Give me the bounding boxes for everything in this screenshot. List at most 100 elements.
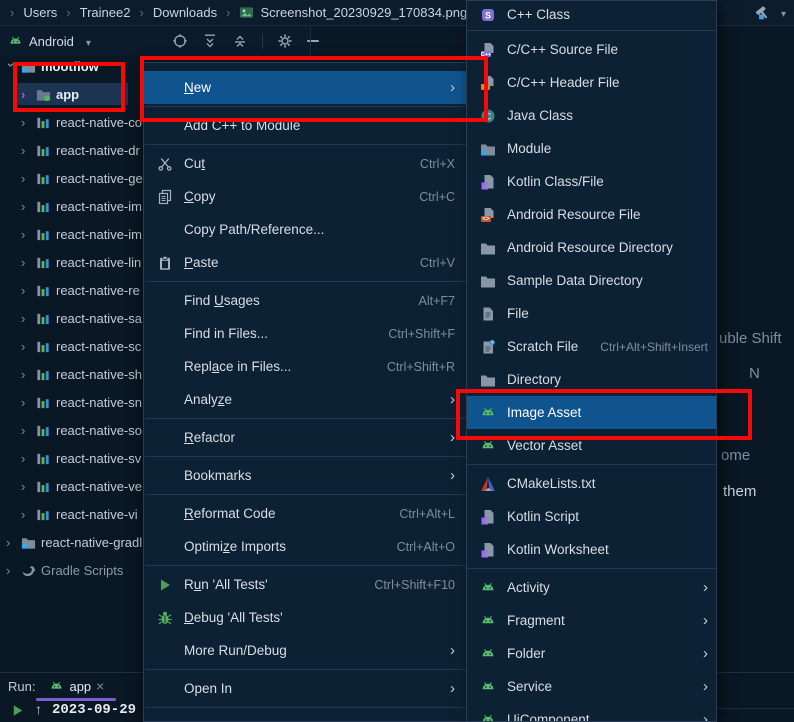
submenu-item-fragment[interactable]: Fragment xyxy=(467,604,716,637)
tree-item-react-native-module[interactable]: react-native-sv xyxy=(0,444,143,472)
chevron-collapsed-icon[interactable] xyxy=(21,171,31,186)
collapse-all-icon[interactable] xyxy=(232,33,248,49)
chevron-collapsed-icon[interactable] xyxy=(21,143,31,158)
submenu-item-cpp-class[interactable]: C++ Class xyxy=(467,1,716,28)
tree-item-react-native-module[interactable]: react-native-sn xyxy=(0,388,143,416)
build-dropdown-caret-icon[interactable] xyxy=(781,5,786,20)
hide-panel-icon[interactable] xyxy=(307,40,319,42)
chevron-collapsed-icon[interactable] xyxy=(6,535,16,550)
menu-item-paste[interactable]: Paste Ctrl+V xyxy=(144,246,469,279)
menu-item-find-usages[interactable]: Find Usages Alt+F7 xyxy=(144,284,469,317)
tree-item-react-native-module[interactable]: react-native-sh xyxy=(0,360,143,388)
chevron-collapsed-icon[interactable] xyxy=(21,367,31,382)
chevron-expanded-icon[interactable] xyxy=(4,62,19,72)
submenu-item-file[interactable]: File xyxy=(467,297,716,330)
submenu-item-android-resource-directory[interactable]: Android Resource Directory xyxy=(467,231,716,264)
tree-item-react-native-module[interactable]: react-native-sa xyxy=(0,304,143,332)
submenu-arrow-icon xyxy=(703,645,708,662)
tree-item-react-native-module[interactable]: react-native-vi xyxy=(0,500,143,528)
menu-item-debug-all-tests[interactable]: Debug 'All Tests' xyxy=(144,601,469,634)
submenu-arrow-icon xyxy=(450,391,455,408)
submenu-item-folder[interactable]: Folder xyxy=(467,637,716,670)
submenu-item-android-resource-file[interactable]: Android Resource File xyxy=(467,198,716,231)
menu-item-analyze[interactable]: Analyze xyxy=(144,383,469,416)
submenu-item-cmakelists[interactable]: CMakeLists.txt xyxy=(467,467,716,500)
menu-item-bookmarks[interactable]: Bookmarks xyxy=(144,459,469,492)
menu-item-new[interactable]: New xyxy=(144,71,469,104)
chevron-collapsed-icon[interactable] xyxy=(21,451,31,466)
chevron-collapsed-icon[interactable] xyxy=(21,395,31,410)
close-tab-icon[interactable] xyxy=(96,678,104,694)
chevron-collapsed-icon[interactable] xyxy=(21,255,31,270)
submenu-item-scratch-file[interactable]: Scratch File Ctrl+Alt+Shift+Insert xyxy=(467,330,716,363)
locate-file-icon[interactable] xyxy=(172,33,188,49)
tree-item-react-native-module[interactable]: react-native-ge xyxy=(0,164,143,192)
scroll-up-icon[interactable] xyxy=(35,701,42,719)
rerun-play-icon[interactable] xyxy=(10,703,25,718)
submenu-item-module[interactable]: Module xyxy=(467,132,716,165)
breadcrumb-users[interactable]: Users xyxy=(23,5,57,20)
chevron-collapsed-icon[interactable] xyxy=(21,199,31,214)
chevron-collapsed-icon[interactable] xyxy=(6,563,16,578)
submenu-arrow-icon xyxy=(450,718,455,722)
menu-item-copy-path[interactable]: Copy Path/Reference... xyxy=(144,213,469,246)
chevron-collapsed-icon[interactable] xyxy=(21,115,31,130)
tree-item-mootflow[interactable]: mootflow xyxy=(0,52,143,80)
chevron-collapsed-icon[interactable] xyxy=(21,423,31,438)
submenu-item-kotlin-worksheet[interactable]: Kotlin Worksheet xyxy=(467,533,716,566)
submenu-item-cpp-header[interactable]: C/C++ Header File xyxy=(467,66,716,99)
project-view-selector[interactable]: Android xyxy=(29,34,74,49)
tree-item-react-native-module[interactable]: react-native-lin xyxy=(0,248,143,276)
menu-item-cut[interactable]: Cut Ctrl+X xyxy=(144,147,469,180)
submenu-item-directory[interactable]: Directory xyxy=(467,363,716,396)
submenu-item-sample-data-directory[interactable]: Sample Data Directory xyxy=(467,264,716,297)
chevron-collapsed-icon[interactable] xyxy=(21,227,31,242)
submenu-item-vector-asset[interactable]: Vector Asset xyxy=(467,429,716,462)
menu-item-refactor[interactable]: Refactor xyxy=(144,421,469,454)
tree-item-react-native-module[interactable]: react-native-im xyxy=(0,192,143,220)
tree-item-app[interactable]: app xyxy=(0,80,143,108)
new-submenu: C++ Class C/C++ Source File C/C++ Header… xyxy=(466,0,717,722)
menu-item-reformat-code[interactable]: Reformat Code Ctrl+Alt+L xyxy=(144,497,469,530)
menu-item-more-run-debug[interactable]: More Run/Debug xyxy=(144,634,469,667)
submenu-item-activity[interactable]: Activity xyxy=(467,571,716,604)
menu-item-local-history[interactable]: Local History xyxy=(144,710,469,722)
tree-item-react-native-module[interactable]: react-native-so xyxy=(0,416,143,444)
submenu-item-kotlin-class[interactable]: Kotlin Class/File xyxy=(467,165,716,198)
settings-gear-icon[interactable] xyxy=(277,33,293,49)
submenu-item-kotlin-script[interactable]: Kotlin Script xyxy=(467,500,716,533)
tree-item-react-native-module[interactable]: react-native-sc xyxy=(0,332,143,360)
submenu-item-cpp-source[interactable]: C/C++ Source File xyxy=(467,33,716,66)
breadcrumb-downloads[interactable]: Downloads xyxy=(153,5,217,20)
tree-item-react-native-module[interactable]: react-native-im xyxy=(0,220,143,248)
submenu-item-uicomponent[interactable]: UiComponent xyxy=(467,703,716,722)
tree-item-gradle-scripts[interactable]: Gradle Scripts xyxy=(0,556,143,584)
build-hammer-icon[interactable] xyxy=(753,5,769,21)
submenu-item-service[interactable]: Service xyxy=(467,670,716,703)
submenu-item-java-class[interactable]: Java Class xyxy=(467,99,716,132)
tree-item-react-native-gradle[interactable]: react-native-gradl xyxy=(0,528,143,556)
menu-item-copy[interactable]: Copy Ctrl+C xyxy=(144,180,469,213)
chevron-collapsed-icon[interactable] xyxy=(21,479,31,494)
breadcrumb-trainee2[interactable]: Trainee2 xyxy=(80,5,131,20)
tree-item-react-native-module[interactable]: react-native-ve xyxy=(0,472,143,500)
expand-all-icon[interactable] xyxy=(202,33,218,49)
chevron-collapsed-icon[interactable] xyxy=(21,283,31,298)
chevron-collapsed-icon[interactable] xyxy=(21,507,31,522)
tree-item-react-native-module[interactable]: react-native-re xyxy=(0,276,143,304)
menu-item-run-all-tests[interactable]: Run 'All Tests' Ctrl+Shift+F10 xyxy=(144,568,469,601)
submenu-item-image-asset[interactable]: Image Asset xyxy=(467,396,716,429)
chevron-collapsed-icon[interactable] xyxy=(21,339,31,354)
chevron-collapsed-icon[interactable] xyxy=(21,311,31,326)
menu-item-optimize-imports[interactable]: Optimize Imports Ctrl+Alt+O xyxy=(144,530,469,563)
tree-item-react-native-module[interactable]: react-native-co xyxy=(0,108,143,136)
chevron-collapsed-icon[interactable] xyxy=(21,87,31,102)
tree-item-react-native-module[interactable]: react-native-dr xyxy=(0,136,143,164)
menu-item-replace-in-files[interactable]: Replace in Files... Ctrl+Shift+R xyxy=(144,350,469,383)
menu-item-find-in-files[interactable]: Find in Files... Ctrl+Shift+F xyxy=(144,317,469,350)
menu-item-add-cpp[interactable]: Add C++ to Module xyxy=(144,109,469,142)
menu-item-open-in[interactable]: Open In xyxy=(144,672,469,705)
run-tab-app[interactable]: app xyxy=(49,678,104,694)
breadcrumb-file[interactable]: Screenshot_20230929_170834.png xyxy=(239,5,467,20)
view-selector-caret-icon[interactable] xyxy=(86,34,91,49)
